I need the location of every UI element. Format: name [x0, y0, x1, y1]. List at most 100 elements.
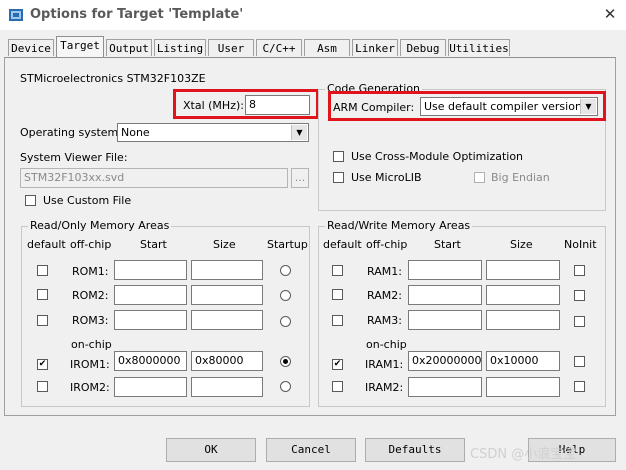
- ram3-size-input[interactable]: [486, 310, 560, 330]
- os-select[interactable]: None ▼: [117, 123, 309, 142]
- svd-label: System Viewer File:: [20, 151, 128, 164]
- rom-header-offchip: off-chip: [70, 238, 112, 251]
- irom1-label: IROM1:: [70, 358, 110, 371]
- rom2-label: ROM2:: [72, 289, 109, 302]
- big-endian-checkbox[interactable]: [474, 172, 485, 183]
- rom1-label: ROM1:: [72, 265, 109, 278]
- iram2-noinit-checkbox[interactable]: [574, 381, 585, 392]
- ram2-start-input[interactable]: [408, 285, 482, 305]
- os-select-value: None: [121, 126, 150, 139]
- rom-onchip-label: on-chip: [71, 338, 112, 351]
- irom2-start-input[interactable]: [114, 377, 187, 397]
- tab-linker[interactable]: Linker: [352, 39, 398, 56]
- rom2-size-input[interactable]: [191, 285, 263, 305]
- iram1-default-checkbox[interactable]: ✔: [332, 359, 343, 370]
- tab-device[interactable]: Device: [8, 39, 54, 56]
- watermark: CSDN @小浪宝宝: [470, 447, 577, 462]
- close-icon[interactable]: ✕: [600, 3, 620, 25]
- microlib-label: Use MicroLIB: [351, 171, 422, 184]
- tab-target[interactable]: Target: [56, 36, 104, 57]
- custom-file-checkbox[interactable]: [25, 195, 36, 206]
- ram-header-default: default: [323, 238, 362, 251]
- ram1-size-input[interactable]: [486, 260, 560, 280]
- rom1-default-checkbox[interactable]: [37, 265, 48, 276]
- svd-browse-button[interactable]: ...: [291, 168, 309, 188]
- iram1-label: IRAM1:: [365, 358, 404, 371]
- big-endian-label: Big Endian: [491, 171, 550, 184]
- rom-header-start: Start: [140, 238, 167, 251]
- svd-input[interactable]: STM32F103xx.svd: [20, 168, 288, 188]
- rom2-start-input[interactable]: [114, 285, 187, 305]
- ram-header-size: Size: [510, 238, 533, 251]
- custom-file-label: Use Custom File: [43, 194, 132, 207]
- ram3-default-checkbox[interactable]: [332, 315, 343, 326]
- rom1-start-input[interactable]: [114, 260, 187, 280]
- ram1-noinit-checkbox[interactable]: [574, 265, 585, 276]
- ram-header-noinit: NoInit: [564, 238, 597, 251]
- irom2-label: IROM2:: [70, 381, 110, 394]
- iram2-label: IRAM2:: [365, 381, 404, 394]
- microlib-checkbox[interactable]: [333, 172, 344, 183]
- irom1-size-input[interactable]: 0x80000: [191, 351, 263, 371]
- ram1-label: RAM1:: [367, 265, 402, 278]
- ram2-size-input[interactable]: [486, 285, 560, 305]
- app-icon: [9, 9, 23, 21]
- ram3-label: RAM3:: [367, 314, 402, 327]
- cancel-button[interactable]: Cancel: [266, 438, 356, 462]
- rom2-startup-radio[interactable]: [280, 290, 291, 301]
- window-title: Options for Target 'Template': [30, 7, 244, 22]
- tab-listing[interactable]: Listing: [154, 39, 206, 56]
- ram1-default-checkbox[interactable]: [332, 265, 343, 276]
- iram1-noinit-checkbox[interactable]: [574, 356, 585, 367]
- os-label: Operating system:: [20, 126, 122, 139]
- irom2-startup-radio[interactable]: [280, 381, 291, 392]
- rom-header-size: Size: [213, 238, 236, 251]
- tab-debug[interactable]: Debug: [400, 39, 446, 56]
- ram-onchip-label: on-chip: [366, 338, 407, 351]
- rom3-default-checkbox[interactable]: [37, 315, 48, 326]
- tab-asm[interactable]: Asm: [304, 39, 350, 56]
- tab-c-cpp[interactable]: C/C++: [256, 39, 302, 56]
- cross-module-checkbox[interactable]: [333, 151, 344, 162]
- cross-module-label: Use Cross-Module Optimization: [351, 150, 524, 163]
- rom1-size-input[interactable]: [191, 260, 263, 280]
- tab-utilities[interactable]: Utilities: [448, 39, 510, 56]
- rom-header-startup: Startup: [267, 238, 308, 251]
- irom2-size-input[interactable]: [191, 377, 263, 397]
- rom-header-default: default: [27, 238, 66, 251]
- rom3-size-input[interactable]: [191, 310, 263, 330]
- rom3-start-input[interactable]: [114, 310, 187, 330]
- iram2-start-input[interactable]: [408, 377, 482, 397]
- defaults-button[interactable]: Defaults: [365, 438, 465, 462]
- tab-output[interactable]: Output: [106, 39, 152, 56]
- rom3-startup-radio[interactable]: [280, 316, 291, 327]
- tab-strip: Device Target Output Listing User C/C++ …: [0, 36, 626, 58]
- irom1-default-checkbox[interactable]: ✔: [37, 359, 48, 370]
- rom1-startup-radio[interactable]: [280, 265, 291, 276]
- xtal-highlight: [173, 89, 319, 119]
- device-name: STMicroelectronics STM32F103ZE: [20, 72, 206, 85]
- irom2-default-checkbox[interactable]: [37, 381, 48, 392]
- irom1-startup-radio[interactable]: [280, 356, 291, 367]
- ram3-noinit-checkbox[interactable]: [574, 316, 585, 327]
- ram-header-start: Start: [434, 238, 461, 251]
- ok-button[interactable]: OK: [166, 438, 256, 462]
- rom-group-title: Read/Only Memory Areas: [28, 219, 172, 232]
- rom2-default-checkbox[interactable]: [37, 289, 48, 300]
- ram2-default-checkbox[interactable]: [332, 289, 343, 300]
- ram2-label: RAM2:: [367, 289, 402, 302]
- ram1-start-input[interactable]: [408, 260, 482, 280]
- ram-group-title: Read/Write Memory Areas: [325, 219, 473, 232]
- ram-header-offchip: off-chip: [366, 238, 408, 251]
- rom3-label: ROM3:: [72, 314, 109, 327]
- iram2-default-checkbox[interactable]: [332, 381, 343, 392]
- compiler-highlight: [328, 91, 606, 121]
- iram1-start-input[interactable]: 0x20000000: [408, 351, 482, 371]
- iram1-size-input[interactable]: 0x10000: [486, 351, 560, 371]
- ram2-noinit-checkbox[interactable]: [574, 290, 585, 301]
- iram2-size-input[interactable]: [486, 377, 560, 397]
- irom1-start-input[interactable]: 0x8000000: [114, 351, 187, 371]
- ram3-start-input[interactable]: [408, 310, 482, 330]
- chevron-down-icon[interactable]: ▼: [291, 125, 307, 140]
- tab-user[interactable]: User: [208, 39, 254, 56]
